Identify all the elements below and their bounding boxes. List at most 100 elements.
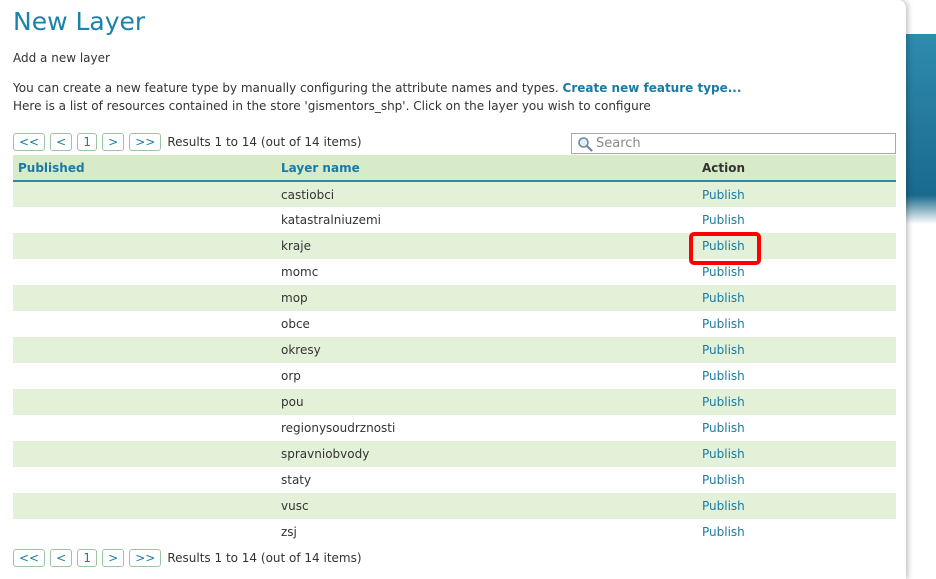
- layer-name-cell: mop: [276, 285, 697, 311]
- table-row: momc Publish: [13, 259, 896, 285]
- store-description: Here is a list of resources contained in…: [13, 99, 651, 113]
- intro-text-label: You can create a new feature type by man…: [13, 81, 559, 95]
- publish-link[interactable]: Publish: [702, 265, 745, 279]
- layer-name-cell: vusc: [276, 493, 697, 519]
- action-cell: Publish: [697, 233, 896, 259]
- search-input[interactable]: [596, 136, 886, 151]
- table-body: castiobci Publish katastralniuzemi Publish k…: [13, 181, 896, 545]
- publish-link[interactable]: Publish: [702, 447, 745, 461]
- published-cell: [13, 467, 276, 493]
- first-page-button[interactable]: <<: [13, 133, 46, 151]
- layer-name-cell: kraje: [276, 233, 697, 259]
- pager-top: << < 1 > >> Results 1 to 14 (out of 14 i…: [13, 133, 362, 151]
- publish-link[interactable]: Publish: [702, 343, 745, 357]
- action-column-header: Action: [697, 155, 896, 182]
- table-row: vusc Publish: [13, 493, 896, 519]
- pager-bottom: << < 1 > >> Results 1 to 14 (out of 14 i…: [13, 549, 362, 567]
- table-row: mop Publish: [13, 285, 896, 311]
- table-row: pou Publish: [13, 389, 896, 415]
- page-number-button[interactable]: 1: [77, 133, 98, 151]
- layer-name-cell: staty: [281, 473, 312, 487]
- layer-name-cell: spravniobvody: [276, 441, 697, 467]
- table-row: okresy Publish: [13, 337, 896, 363]
- published-cell: [13, 285, 276, 311]
- published-cell: [13, 363, 276, 389]
- action-cell: Publish: [697, 259, 896, 285]
- table-row: regionysoudrznosti Publish: [13, 415, 896, 441]
- prev-page-button[interactable]: <: [50, 133, 73, 151]
- page-title: New Layer: [13, 7, 146, 36]
- published-cell: [13, 441, 276, 467]
- create-feature-type-link[interactable]: Create new feature type...: [563, 81, 742, 95]
- next-page-button[interactable]: >: [102, 549, 125, 567]
- table-header-row: Published Layer name Action: [13, 155, 896, 182]
- publish-link[interactable]: Publish: [702, 213, 745, 227]
- next-page-button[interactable]: >: [102, 133, 125, 151]
- layer-name-cell: okresy: [276, 337, 697, 363]
- layer-name-cell: orp: [281, 369, 301, 383]
- action-cell: Publish: [697, 415, 896, 441]
- publish-link[interactable]: Publish: [702, 395, 745, 409]
- window-edge: [906, 0, 936, 579]
- magnifier-icon: [578, 136, 593, 152]
- layer-name-column-header[interactable]: Layer name: [276, 155, 697, 182]
- published-cell: [13, 389, 276, 415]
- action-cell: Publish: [697, 389, 896, 415]
- publish-link[interactable]: Publish: [702, 239, 745, 253]
- action-cell: Publish: [697, 207, 896, 233]
- published-cell: [13, 259, 276, 285]
- publish-link[interactable]: Publish: [702, 369, 745, 383]
- action-cell: Publish: [697, 181, 896, 207]
- layer-name-cell: momc: [281, 265, 319, 279]
- search-field[interactable]: [571, 133, 896, 154]
- action-cell: Publish: [697, 285, 896, 311]
- layer-name-cell: regionysoudrznosti: [281, 421, 396, 435]
- table-row: orp Publish: [13, 363, 896, 389]
- published-column-header[interactable]: Published: [13, 155, 276, 182]
- publish-link[interactable]: Publish: [702, 291, 745, 305]
- published-cell: [13, 311, 276, 337]
- layer-name-cell: obce: [281, 317, 310, 331]
- layer-name-cell: castiobci: [276, 181, 697, 207]
- action-cell: Publish: [697, 467, 896, 493]
- layers-table: Published Layer name Action castiobci Pub…: [13, 155, 896, 545]
- table-row: staty Publish: [13, 467, 896, 493]
- table-row: kraje Publish: [13, 233, 896, 259]
- last-page-button[interactable]: >>: [129, 549, 162, 567]
- table-row: katastralniuzemi Publish: [13, 207, 896, 233]
- table-row: castiobci Publish: [13, 181, 896, 207]
- page-subtitle: Add a new layer: [13, 51, 110, 65]
- publish-link[interactable]: Publish: [702, 421, 745, 435]
- publish-link[interactable]: Publish: [702, 317, 745, 331]
- published-cell: [13, 233, 276, 259]
- published-cell: [13, 415, 276, 441]
- publish-link[interactable]: Publish: [702, 525, 745, 539]
- first-page-button[interactable]: <<: [13, 549, 46, 567]
- action-cell: Publish: [697, 441, 896, 467]
- table-row: zsj Publish: [13, 519, 896, 545]
- publish-link[interactable]: Publish: [702, 499, 745, 513]
- published-cell: [13, 519, 276, 545]
- page-number-button[interactable]: 1: [77, 549, 98, 567]
- published-cell: [13, 337, 276, 363]
- action-cell: Publish: [697, 311, 896, 337]
- layer-name-cell: pou: [276, 389, 697, 415]
- published-cell: [13, 181, 276, 207]
- published-cell: [13, 493, 276, 519]
- action-cell: Publish: [697, 337, 896, 363]
- table-row: spravniobvody Publish: [13, 441, 896, 467]
- table-row: obce Publish: [13, 311, 896, 337]
- layer-name-cell: zsj: [281, 525, 297, 539]
- intro-text: You can create a new feature type by man…: [13, 81, 741, 95]
- prev-page-button[interactable]: <: [50, 549, 73, 567]
- action-cell: Publish: [697, 493, 896, 519]
- last-page-button[interactable]: >>: [129, 133, 162, 151]
- results-info: Results 1 to 14 (out of 14 items): [167, 135, 362, 149]
- publish-link[interactable]: Publish: [702, 473, 745, 487]
- content-panel: New Layer Add a new layer You can create…: [0, 0, 906, 579]
- layer-name-cell: katastralniuzemi: [281, 213, 381, 227]
- published-cell: [13, 207, 276, 233]
- publish-link[interactable]: Publish: [702, 188, 745, 202]
- results-info: Results 1 to 14 (out of 14 items): [167, 551, 362, 565]
- header-band-edge: [906, 34, 936, 224]
